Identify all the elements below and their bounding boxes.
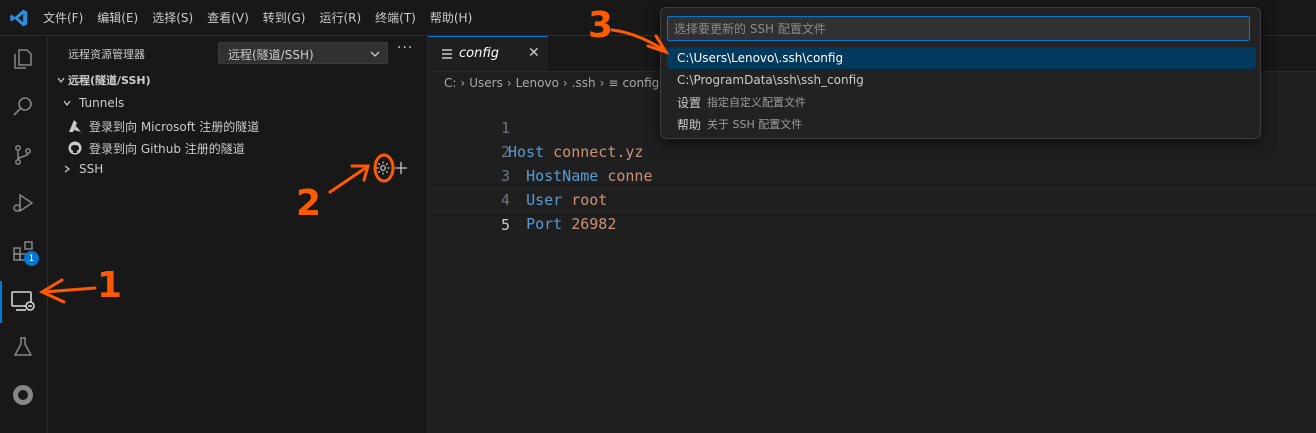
remote-type-select-value: 远程(隧道/SSH)	[228, 48, 314, 62]
add-icon[interactable]	[394, 161, 408, 178]
breadcrumb-item[interactable]: Lenovo	[516, 76, 559, 90]
tree-item-github-tunnel[interactable]: 登录到向 Github 注册的隧道	[68, 137, 447, 159]
quick-pick-item-description: 关于 SSH 配置文件	[707, 118, 803, 131]
tree-item-github-tunnel-label: 登录到向 Github 注册的隧道	[89, 141, 245, 156]
chevron-right-icon: ›	[460, 76, 466, 90]
tree-item-microsoft-tunnel[interactable]: 登录到向 Microsoft 注册的隧道	[68, 115, 447, 137]
config-key: Port	[526, 215, 563, 233]
ssh-row-actions	[375, 160, 408, 179]
breadcrumb: C: › Users › Lenovo › .ssh › ≡ config	[444, 74, 659, 92]
code-line: 3 User root	[428, 140, 1316, 209]
more-actions-icon[interactable]: ···	[397, 40, 413, 56]
accounts-icon[interactable]	[8, 380, 38, 410]
tree-item-ssh-label: SSH	[79, 162, 104, 176]
ssh-config-quick-pick: C:\Users\Lenovo\.ssh\config C:\ProgramDa…	[660, 7, 1261, 139]
explorer-icon[interactable]	[8, 44, 38, 74]
tree-item-microsoft-tunnel-label: 登录到向 Microsoft 注册的隧道	[89, 119, 260, 134]
extensions-badge: 1	[24, 251, 39, 266]
active-indicator	[0, 281, 2, 323]
config-value: 26982	[571, 215, 617, 233]
chevron-right-icon: ›	[562, 76, 568, 90]
menu-run[interactable]: 运行(R)	[312, 9, 368, 26]
breadcrumb-item[interactable]: C:	[444, 76, 456, 90]
quick-pick-item-description: 指定自定义配置文件	[707, 96, 807, 109]
activity-bar: 1	[0, 36, 48, 433]
sidebar-title: 远程资源管理器	[68, 48, 145, 61]
github-icon	[68, 141, 86, 155]
quick-pick-item-user-config[interactable]: C:\Users\Lenovo\.ssh\config	[667, 47, 1256, 69]
settings-file-icon	[442, 49, 452, 59]
testing-icon[interactable]	[8, 332, 38, 362]
breadcrumb-item[interactable]: .ssh	[572, 76, 596, 90]
quick-pick-item-system-config[interactable]: C:\ProgramData\ssh\ssh_config	[667, 69, 1256, 91]
chevron-right-icon	[60, 164, 74, 174]
chevron-right-icon: ›	[506, 76, 512, 90]
quick-pick-item-label: 帮助	[677, 117, 702, 132]
quick-pick-item-settings[interactable]: 设置 指定自定义配置文件	[667, 91, 1256, 113]
quick-pick-item-label: C:\ProgramData\ssh\ssh_config	[677, 73, 864, 87]
tree-item-tunnels[interactable]: Tunnels	[60, 92, 439, 114]
menu-bar: 文件(F) 编辑(E) 选择(S) 查看(V) 转到(G) 运行(R) 终端(T…	[36, 0, 479, 35]
menu-edit[interactable]: 编辑(E)	[90, 9, 145, 26]
menu-selection[interactable]: 选择(S)	[145, 9, 200, 26]
tree-item-tunnels-label: Tunnels	[79, 96, 125, 110]
breadcrumb-item[interactable]: Users	[469, 76, 503, 90]
close-icon[interactable]: ✕	[528, 45, 540, 61]
annotation-number-3: 3	[588, 5, 614, 46]
quick-pick-item-label: C:\Users\Lenovo\.ssh\config	[677, 51, 844, 65]
menu-help[interactable]: 帮助(H)	[423, 9, 479, 26]
remote-explorer-sidebar: 远程资源管理器 远程(隧道/SSH) ··· 远程(隧道/SSH) Tunnel…	[48, 36, 428, 433]
annotation-number-2: 2	[296, 183, 322, 224]
search-icon[interactable]	[8, 92, 38, 122]
gear-icon[interactable]	[375, 160, 391, 179]
remote-type-select[interactable]: 远程(隧道/SSH)	[218, 42, 388, 64]
vscode-logo-icon	[10, 9, 28, 27]
source-control-icon[interactable]	[8, 140, 38, 170]
chevron-down-icon	[54, 75, 68, 85]
chevron-down-icon	[370, 51, 380, 57]
tab-config-label: config	[459, 46, 499, 61]
quick-pick-item-help[interactable]: 帮助 关于 SSH 配置文件	[667, 113, 1256, 135]
remote-explorer-icon[interactable]	[8, 286, 38, 316]
menu-terminal[interactable]: 终端(T)	[368, 9, 423, 26]
line-number: 5	[500, 216, 510, 234]
breadcrumb-item[interactable]: config	[623, 76, 660, 90]
section-remote-label: 远程(隧道/SSH)	[68, 74, 151, 87]
azure-icon	[68, 119, 86, 133]
menu-file[interactable]: 文件(F)	[36, 9, 90, 26]
chevron-right-icon: ›	[599, 76, 605, 90]
menu-view[interactable]: 查看(V)	[200, 9, 256, 26]
line-content: Port 26982	[508, 212, 616, 236]
run-debug-icon[interactable]	[8, 188, 38, 218]
code-line-current: 5	[428, 188, 1316, 234]
chevron-down-icon	[60, 98, 74, 108]
annotation-number-1: 1	[97, 265, 123, 306]
section-remote-header[interactable]: 远程(隧道/SSH)	[54, 69, 433, 91]
quick-pick-item-label: 设置	[677, 95, 702, 110]
settings-file-icon: ≡	[608, 76, 619, 90]
menu-go[interactable]: 转到(G)	[256, 9, 313, 26]
quick-pick-input[interactable]	[667, 16, 1250, 41]
code-line: 4 Port 26982	[428, 164, 1316, 233]
tab-config[interactable]: config ✕	[428, 36, 548, 71]
